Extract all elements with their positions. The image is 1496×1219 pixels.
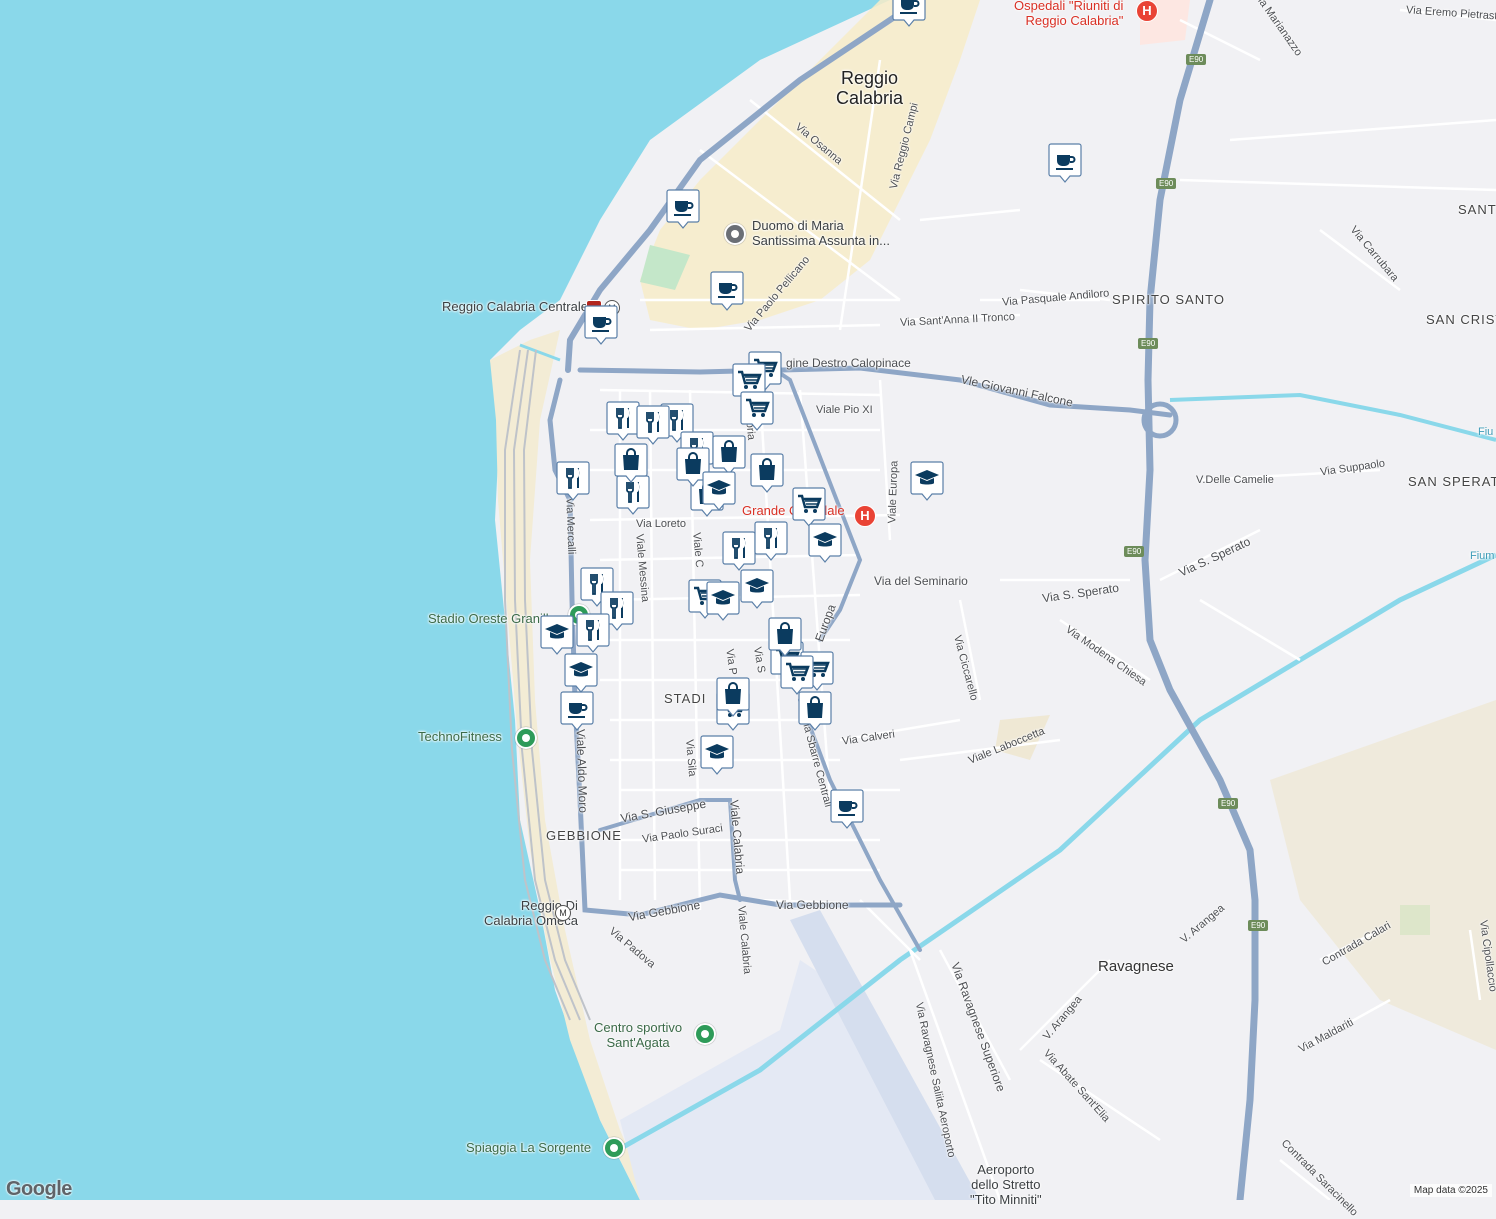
cafe-marker[interactable]: [666, 188, 700, 230]
metro-icon[interactable]: M: [555, 905, 571, 921]
restaurant-icon: [636, 405, 670, 445]
sand-area: [1270, 700, 1496, 1050]
district-label-stadio: STADI: [664, 691, 707, 706]
cafe-icon: [830, 789, 864, 829]
restaurant-marker[interactable]: [606, 400, 640, 442]
cart-marker[interactable]: [740, 390, 774, 432]
restaurant-icon: [722, 531, 756, 571]
restaurant-marker[interactable]: [722, 530, 756, 572]
restaurant-marker[interactable]: [556, 460, 590, 502]
restaurant-icon: [754, 521, 788, 561]
poi-label-stadio-granillo[interactable]: Stadio Oreste Granillo: [428, 611, 556, 626]
district-label-spirito-santo: SPIRITO SANTO: [1112, 292, 1225, 307]
restaurant-marker[interactable]: [576, 612, 610, 654]
poi-label-hospital-riuniti[interactable]: Ospedali "Riuniti di Reggio Calabria": [1014, 0, 1123, 28]
restaurant-marker[interactable]: [754, 520, 788, 562]
district-label-gebbione: GEBBIONE: [546, 828, 622, 843]
sport-center-pin[interactable]: [694, 1023, 716, 1045]
school-marker[interactable]: [740, 568, 774, 610]
google-logo: Google: [6, 1178, 72, 1200]
shop-marker[interactable]: [750, 452, 784, 494]
school-marker[interactable]: [702, 470, 736, 512]
shop-marker[interactable]: [614, 442, 648, 484]
street-label: Fiu: [1478, 426, 1494, 438]
shop-marker[interactable]: [768, 616, 802, 658]
poi-label-aeroporto[interactable]: Aeroporto dello Stretto "Tito Minniti": [970, 1162, 1042, 1207]
school-marker[interactable]: [706, 580, 740, 622]
cafe-marker[interactable]: [560, 690, 594, 732]
restaurant-marker[interactable]: [636, 404, 670, 446]
restaurant-icon: [556, 461, 590, 501]
school-icon: [700, 735, 734, 775]
school-marker[interactable]: [564, 652, 598, 694]
restaurant-icon: [576, 613, 610, 653]
poi-label-spiaggia[interactable]: Spiaggia La Sorgente: [466, 1140, 591, 1155]
restaurant-icon: [606, 401, 640, 441]
shop-marker[interactable]: [716, 676, 750, 718]
street-label: gine Destro Calopinace: [786, 356, 911, 370]
school-icon: [702, 471, 736, 511]
cafe-icon: [666, 189, 700, 229]
school-marker[interactable]: [540, 614, 574, 656]
district-label-san-sperato: SAN SPERAT: [1408, 474, 1496, 489]
school-marker[interactable]: [808, 522, 842, 564]
school-icon: [740, 569, 774, 609]
route-shield-e90: E90: [1186, 54, 1207, 65]
map-attribution[interactable]: Map data ©2025: [1409, 1184, 1492, 1197]
school-icon: [910, 461, 944, 501]
street-label: Viale Aldo Moro: [573, 728, 591, 814]
church-pin[interactable]: [724, 223, 746, 245]
poi-label-station-centrale[interactable]: Reggio Calabria Centrale: [442, 299, 588, 314]
cafe-marker[interactable]: [892, 0, 926, 28]
poi-label-duomo[interactable]: Duomo di Maria Santissima Assunta in...: [752, 218, 890, 248]
shop-icon: [798, 691, 832, 731]
shop-icon: [750, 453, 784, 493]
street-label: Via Gebbione: [776, 898, 849, 912]
cafe-marker[interactable]: [710, 270, 744, 312]
hospital-pin[interactable]: H: [854, 505, 876, 527]
school-icon: [706, 581, 740, 621]
school-icon: [808, 523, 842, 563]
school-marker[interactable]: [700, 734, 734, 776]
shop-marker[interactable]: [798, 690, 832, 732]
cafe-icon: [892, 0, 926, 27]
district-label-santo: SANT: [1458, 202, 1496, 217]
gym-pin[interactable]: [515, 727, 537, 749]
district-label-ravagnese: Ravagnese: [1098, 958, 1174, 975]
street-label: Viale Pio XI: [816, 404, 873, 416]
city-label: Reggio Calabria: [836, 68, 904, 108]
beach-pin[interactable]: [603, 1137, 625, 1159]
district-label-san-cristoforo: SAN CRIST: [1426, 312, 1496, 327]
cafe-icon: [710, 271, 744, 311]
cafe-marker[interactable]: [584, 304, 618, 346]
street-label: Via Loreto: [636, 518, 686, 530]
route-shield-e90: E90: [1138, 338, 1159, 349]
street-label: Viale Europa: [886, 460, 901, 524]
cafe-marker[interactable]: [1048, 142, 1082, 184]
street-label: Via del Seminario: [874, 574, 968, 588]
street-label: Via Mercalli: [563, 497, 578, 555]
street-label: Fium: [1470, 550, 1495, 562]
cafe-icon: [560, 691, 594, 731]
shop-icon: [716, 677, 750, 717]
route-shield-e90: E90: [1156, 178, 1177, 189]
school-icon: [564, 653, 598, 693]
cafe-icon: [1048, 143, 1082, 183]
route-shield-e90: E90: [1124, 546, 1145, 557]
street-label: V.Delle Camelie: [1196, 474, 1274, 486]
hospital-pin[interactable]: H: [1136, 0, 1158, 22]
route-shield-e90: E90: [1218, 798, 1239, 809]
school-icon: [540, 615, 574, 655]
route-shield-e90: E90: [1248, 920, 1269, 931]
cafe-icon: [584, 305, 618, 345]
poi-label-centro-sportivo[interactable]: Centro sportivo Sant'Agata: [594, 1020, 682, 1050]
cafe-marker[interactable]: [830, 788, 864, 830]
poi-label-technofitness[interactable]: TechnoFitness: [418, 729, 502, 744]
cart-icon: [740, 391, 774, 431]
river-upper: [1169, 392, 1496, 442]
school-marker[interactable]: [910, 460, 944, 502]
shop-icon: [768, 617, 802, 657]
shop-icon: [614, 443, 648, 483]
